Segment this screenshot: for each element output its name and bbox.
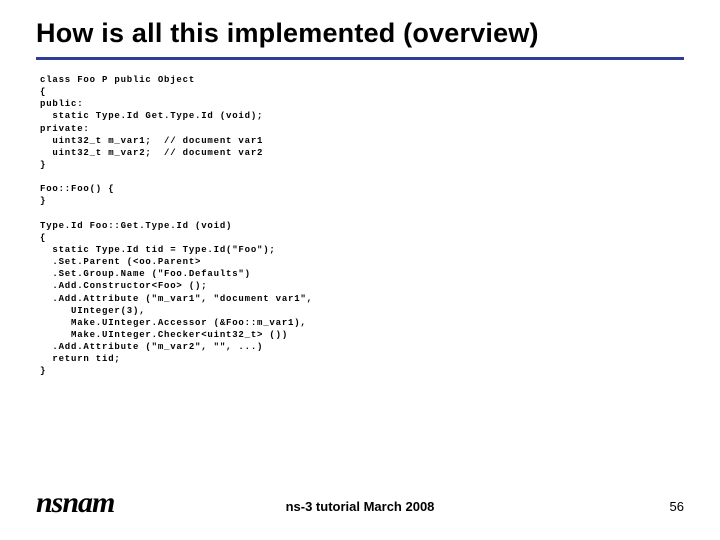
footer: nsnam ns-3 tutorial March 2008 56: [36, 480, 684, 520]
title-rule: [36, 57, 684, 60]
page-title: How is all this implemented (overview): [36, 18, 684, 49]
page-number: 56: [670, 499, 684, 514]
code-block: class Foo P public Object { public: stat…: [40, 74, 684, 378]
footer-text: ns-3 tutorial March 2008: [36, 499, 684, 514]
slide: How is all this implemented (overview) c…: [0, 0, 720, 540]
